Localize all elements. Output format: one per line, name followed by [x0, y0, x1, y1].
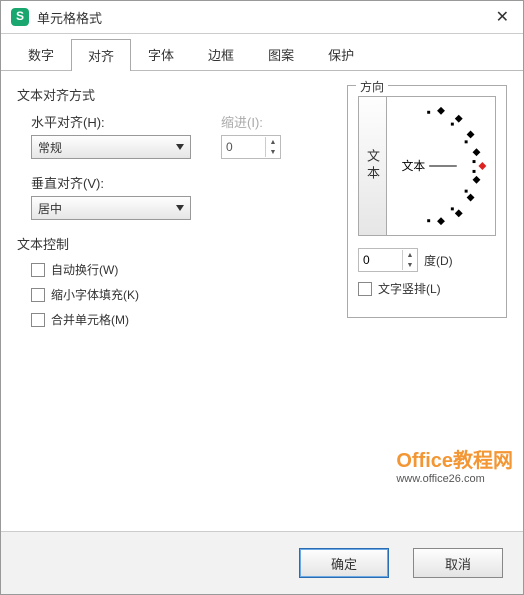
wrap-checkbox-row[interactable]: 自动换行(W): [31, 261, 327, 278]
spinner-down-icon: ▼: [266, 147, 280, 157]
orientation-vertical-text: 文本: [363, 149, 382, 183]
checkbox-icon[interactable]: [31, 263, 45, 277]
tab-font[interactable]: 字体: [131, 38, 191, 70]
degree-label: 度(D): [424, 252, 453, 269]
wrap-label: 自动换行(W): [51, 261, 118, 278]
spinner-down-icon[interactable]: ▼: [403, 260, 417, 270]
orientation-dial[interactable]: 文本: [387, 97, 495, 235]
spinner-up-icon: ▲: [266, 137, 280, 147]
merge-label: 合并单元格(M): [51, 311, 129, 328]
tab-number[interactable]: 数字: [11, 38, 71, 70]
dial-sample-text: 文本: [402, 159, 426, 173]
orientation-legend: 方向: [356, 78, 388, 95]
ok-button[interactable]: 确定: [299, 548, 389, 578]
h-align-select[interactable]: 常规: [31, 135, 191, 159]
v-align-label: 垂直对齐(V):: [31, 173, 327, 192]
v-align-value: 居中: [38, 200, 62, 217]
v-align-select[interactable]: 居中: [31, 196, 191, 220]
cancel-button[interactable]: 取消: [413, 548, 503, 578]
checkbox-icon[interactable]: [358, 282, 372, 296]
text-control-section-label: 文本控制: [17, 234, 327, 253]
tab-row: 数字 对齐 字体 边框 图案 保护: [1, 34, 523, 71]
tab-border[interactable]: 边框: [191, 38, 251, 70]
text-align-section-label: 文本对齐方式: [17, 85, 327, 104]
orientation-vertical-button[interactable]: 文本: [359, 97, 387, 235]
indent-spinner: ▲ ▼: [221, 135, 281, 159]
app-logo-icon: [11, 8, 29, 26]
spinner-up-icon[interactable]: ▲: [403, 250, 417, 260]
window-title: 单元格格式: [37, 8, 492, 27]
degree-input[interactable]: [359, 253, 395, 267]
shrink-checkbox-row[interactable]: 缩小字体填充(K): [31, 286, 327, 303]
checkbox-icon[interactable]: [31, 313, 45, 327]
indent-input: [222, 140, 258, 154]
shrink-label: 缩小字体填充(K): [51, 286, 139, 303]
degree-spinner[interactable]: ▲ ▼: [358, 248, 418, 272]
tab-align[interactable]: 对齐: [71, 39, 131, 71]
chevron-down-icon: [176, 144, 184, 150]
tab-pattern[interactable]: 图案: [251, 38, 311, 70]
tab-protect[interactable]: 保护: [311, 38, 371, 70]
chevron-down-icon: [176, 205, 184, 211]
checkbox-icon[interactable]: [31, 288, 45, 302]
stack-label: 文字竖排(L): [378, 280, 441, 297]
orientation-dial-svg: 文本: [387, 97, 495, 235]
close-icon[interactable]: ✕: [492, 7, 513, 27]
merge-checkbox-row[interactable]: 合并单元格(M): [31, 311, 327, 328]
orientation-fieldset: 方向 文本 文本: [347, 85, 507, 318]
h-align-value: 常规: [38, 139, 62, 156]
indent-label: 缩进(I):: [221, 112, 281, 131]
h-align-label: 水平对齐(H):: [31, 112, 191, 131]
stack-checkbox-row[interactable]: 文字竖排(L): [358, 280, 496, 297]
